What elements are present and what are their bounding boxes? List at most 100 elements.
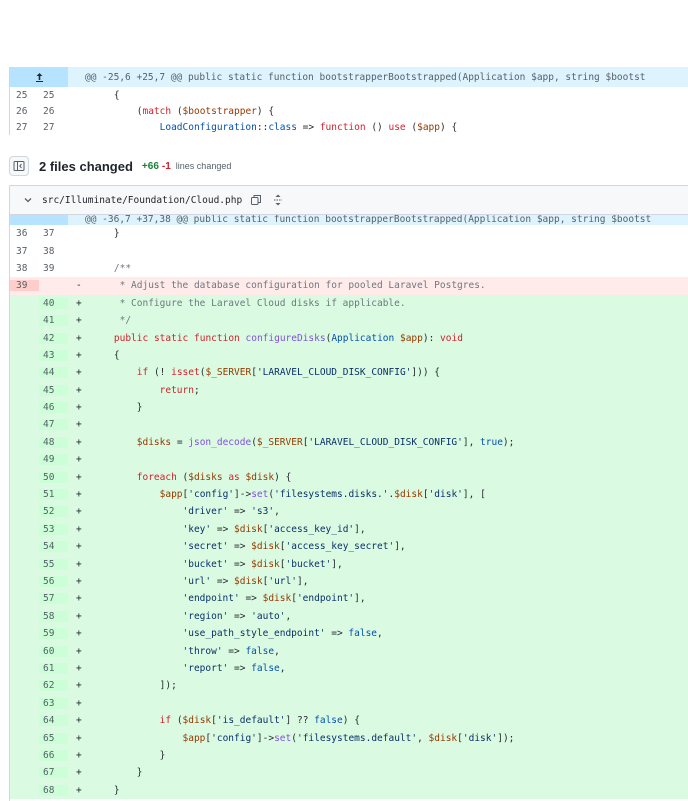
diff-sign: + bbox=[76, 349, 82, 361]
new-line-number[interactable]: 38 bbox=[39, 246, 68, 257]
new-line-number[interactable]: 40 bbox=[39, 297, 68, 309]
new-line-number[interactable]: 65 bbox=[39, 732, 68, 744]
new-line-number[interactable]: 59 bbox=[39, 628, 68, 640]
new-line-number[interactable]: 51 bbox=[39, 489, 68, 501]
new-line-number[interactable]: 41 bbox=[39, 315, 68, 327]
new-line-number[interactable]: 57 bbox=[39, 593, 68, 605]
deleted-line: 39 - * Adjust the database configuration … bbox=[10, 277, 688, 295]
expand-up-icon[interactable] bbox=[10, 67, 68, 87]
added-line: 53 + 'key' => $disk['access_key_id'], bbox=[10, 520, 688, 539]
added-line: 43 + { bbox=[10, 346, 688, 365]
new-line-number[interactable]: 66 bbox=[39, 749, 68, 761]
new-line-number[interactable]: 60 bbox=[39, 645, 68, 657]
expand-up-icon[interactable] bbox=[10, 215, 68, 225]
code-text: (match ($bootstrapper) { bbox=[91, 105, 275, 117]
new-line-number[interactable]: 37 bbox=[39, 228, 68, 239]
files-changed-title: 2 files changed bbox=[39, 158, 133, 174]
new-line-number[interactable]: 43 bbox=[39, 349, 68, 361]
new-line-number[interactable]: 67 bbox=[39, 767, 68, 779]
new-line-number[interactable]: 62 bbox=[39, 680, 68, 692]
old-line-number[interactable]: 37 bbox=[10, 246, 39, 257]
hunk-header-text: @@ -36,7 +37,38 @@ public static functio… bbox=[85, 215, 652, 225]
files-changed-summary: 2 files changed +66 -1 lines changed bbox=[9, 155, 231, 177]
new-line-number[interactable]: 56 bbox=[39, 576, 68, 587]
diff-sign: + bbox=[76, 454, 82, 466]
new-line-number[interactable]: 68 bbox=[39, 784, 68, 796]
new-line-number[interactable]: 53 bbox=[39, 523, 68, 535]
new-line-number[interactable]: 49 bbox=[39, 454, 68, 466]
new-line-number[interactable]: 46 bbox=[39, 402, 68, 414]
diff-sign: + bbox=[76, 419, 82, 431]
code-text: } bbox=[91, 767, 143, 779]
new-line-number[interactable]: 64 bbox=[39, 715, 68, 727]
new-line-number[interactable]: 45 bbox=[39, 384, 68, 396]
old-line-number[interactable]: 39 bbox=[10, 280, 39, 292]
new-line-number[interactable]: 42 bbox=[39, 332, 68, 344]
added-line: 67 + } bbox=[10, 764, 688, 782]
unfold-icon[interactable] bbox=[272, 194, 284, 206]
old-line-number[interactable]: 25 bbox=[10, 90, 39, 101]
diff-sign: + bbox=[76, 558, 82, 570]
code-text: 'region' => 'auto', bbox=[182, 610, 292, 622]
diff-sign: - bbox=[76, 280, 82, 292]
file-path[interactable]: src/Illuminate/Foundation/Cloud.php bbox=[42, 195, 242, 206]
code-text: if ($disk['is_default'] ?? false) { bbox=[159, 715, 360, 727]
code-text: 'throw' => false, bbox=[182, 645, 280, 657]
diff-sign: + bbox=[76, 436, 82, 448]
diff-sign: + bbox=[76, 506, 82, 518]
code-line: 25 25 { bbox=[10, 87, 688, 103]
added-line: 66 + } bbox=[10, 746, 688, 765]
code-text: 'url' => $disk['url'], bbox=[182, 576, 309, 587]
new-line-number[interactable]: 58 bbox=[39, 610, 68, 622]
added-line: 48 + $disks = json_decode($_SERVER['LARAV… bbox=[10, 433, 688, 452]
code-line: 36 37 } bbox=[10, 225, 688, 243]
new-line-number[interactable]: 61 bbox=[39, 662, 68, 674]
code-text: public static function configureDisks(Ap… bbox=[113, 332, 463, 344]
code-text: 'report' => false, bbox=[182, 662, 286, 674]
new-line-number[interactable]: 52 bbox=[39, 506, 68, 518]
added-line: 49 + bbox=[10, 451, 688, 469]
code-text: return; bbox=[159, 384, 200, 396]
old-line-number[interactable]: 27 bbox=[10, 122, 39, 133]
deletions-count: -1 bbox=[161, 160, 171, 172]
old-line-number[interactable]: 36 bbox=[10, 228, 39, 239]
diff-sign: + bbox=[76, 610, 82, 622]
diff-sign: + bbox=[76, 697, 82, 709]
chevron-down-icon[interactable] bbox=[22, 194, 34, 206]
added-line: 52 + 'driver' => 's3', bbox=[10, 503, 688, 521]
old-line-number[interactable]: 38 bbox=[10, 263, 39, 274]
old-line-number[interactable]: 26 bbox=[10, 106, 39, 117]
diff-sign: + bbox=[76, 784, 82, 796]
diff-sign: + bbox=[76, 367, 82, 379]
new-line-number[interactable]: 27 bbox=[39, 122, 68, 133]
new-line-number[interactable]: 54 bbox=[39, 541, 68, 553]
diff-sign: + bbox=[76, 645, 82, 657]
new-line-number[interactable]: 44 bbox=[39, 367, 68, 379]
new-line-number[interactable]: 47 bbox=[39, 419, 68, 431]
new-line-number[interactable]: 25 bbox=[39, 90, 68, 101]
code-text: ]); bbox=[91, 680, 177, 692]
new-line-number[interactable]: 63 bbox=[39, 697, 68, 709]
code-text: 'bucket' => $disk['bucket'], bbox=[182, 558, 343, 570]
code-text: $app['config']->set('filesystems.default… bbox=[182, 732, 515, 744]
code-text: $disks = json_decode($_SERVER['LARAVEL_C… bbox=[136, 436, 515, 448]
added-line: 55 + 'bucket' => $disk['bucket'], bbox=[10, 555, 688, 573]
additions-count: +66 bbox=[141, 160, 159, 172]
new-line-number[interactable]: 26 bbox=[39, 106, 68, 117]
diff-sign: + bbox=[76, 576, 82, 587]
previous-file-diff: @@ -25,6 +25,7 @@ public static function… bbox=[9, 67, 688, 135]
new-line-number[interactable]: 48 bbox=[39, 436, 68, 448]
code-text: * Adjust the database configuration for … bbox=[91, 280, 486, 292]
added-line: 65 + $app['config']->set('filesystems.def… bbox=[10, 729, 688, 747]
new-line-number[interactable]: 50 bbox=[39, 471, 68, 483]
code-text: } bbox=[91, 749, 166, 761]
new-line-number[interactable]: 55 bbox=[39, 558, 68, 570]
diff-sign: + bbox=[76, 523, 82, 535]
copy-icon[interactable] bbox=[250, 194, 262, 206]
code-text: } bbox=[91, 402, 143, 414]
sidebar-toggle-icon[interactable] bbox=[9, 156, 29, 176]
hunk-header: @@ -25,6 +25,7 @@ public static function… bbox=[10, 67, 688, 87]
code-text: 'key' => $disk['access_key_id'], bbox=[182, 523, 366, 535]
new-line-number[interactable]: 39 bbox=[39, 263, 68, 274]
diff-sign: + bbox=[76, 767, 82, 779]
